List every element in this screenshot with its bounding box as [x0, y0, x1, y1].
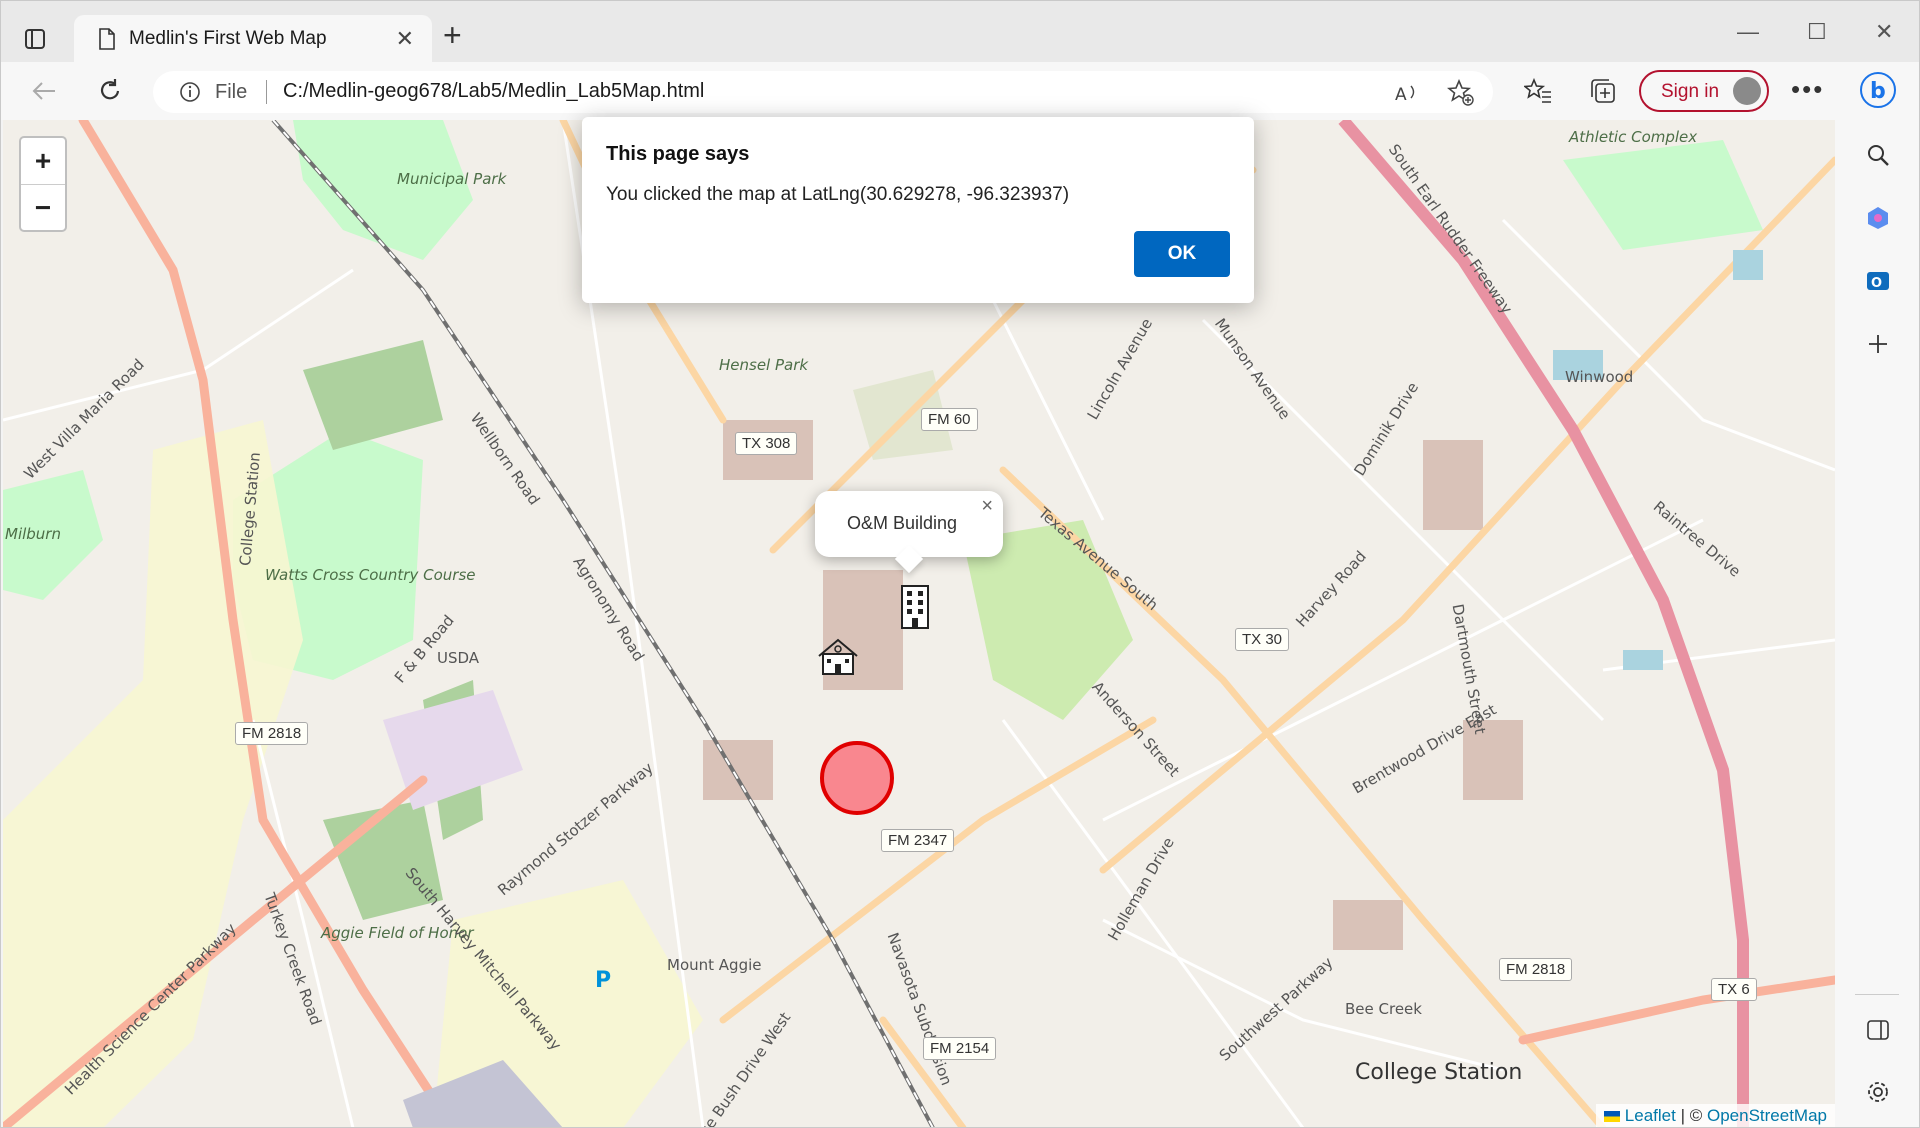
alert-dialog: This page says You clicked the map at La… [582, 117, 1254, 303]
maximize-icon[interactable]: ☐ [1807, 19, 1827, 45]
zoom-control: + − [19, 136, 67, 232]
map-label: Hensel Park [719, 356, 809, 374]
dialog-heading: This page says [606, 143, 750, 165]
back-button[interactable] [28, 75, 60, 107]
popup-close-icon[interactable]: × [981, 495, 993, 518]
sign-in-button[interactable]: Sign in [1639, 70, 1769, 112]
ok-button[interactable]: OK [1134, 231, 1230, 277]
zoom-out-button[interactable]: − [21, 184, 65, 231]
svg-text:b: b [1870, 79, 1886, 104]
dialog-message: You clicked the map at LatLng(30.629278,… [606, 184, 1070, 205]
route-shield: FM 60 [921, 408, 978, 431]
attribution-separator: | © [1680, 1106, 1703, 1125]
shopping-icon[interactable] [1858, 198, 1898, 238]
close-tab-icon[interactable]: ✕ [396, 26, 414, 52]
map-label: College Station [1355, 1060, 1523, 1085]
route-shield: FM 2818 [1499, 958, 1573, 981]
marker-popup: O&M Building × [815, 491, 1003, 574]
read-aloud-icon[interactable]: A [1393, 79, 1421, 107]
tab-actions-icon[interactable] [17, 21, 53, 57]
svg-text:A: A [1395, 85, 1407, 104]
circle-marker[interactable] [819, 740, 895, 821]
browser-window: Medlin's First Web Map ✕ + — ☐ ✕ File C:… [0, 0, 1920, 1128]
collections-icon[interactable] [1586, 74, 1620, 108]
info-icon[interactable] [179, 81, 201, 108]
tab-active[interactable]: Medlin's First Web Map ✕ [74, 15, 432, 62]
sidebar-divider [1855, 994, 1899, 995]
zoom-in-button[interactable]: + [21, 138, 65, 184]
map-label: Winwood [1565, 368, 1634, 386]
address-divider [266, 80, 267, 104]
more-options-icon[interactable]: ••• [1791, 74, 1824, 105]
add-favorite-icon[interactable] [1447, 79, 1475, 107]
scheme-label: File [215, 81, 248, 103]
map-label: Municipal Park [397, 170, 507, 188]
office-building-marker-icon[interactable] [898, 584, 932, 635]
leaflet-link[interactable]: Leaflet [1625, 1106, 1676, 1125]
map-label: Milburn [5, 525, 61, 543]
copilot-icon[interactable]: b [1858, 70, 1898, 110]
url-text[interactable]: C:/Medlin-geog678/Lab5/Medlin_Lab5Map.ht… [283, 80, 704, 103]
split-screen-icon[interactable] [1858, 1010, 1898, 1050]
outlook-icon[interactable]: O [1858, 261, 1898, 301]
tab-title: Medlin's First Web Map [129, 28, 327, 49]
address-bar[interactable]: File C:/Medlin-geog678/Lab5/Medlin_Lab5M… [153, 71, 1493, 113]
route-shield: TX 308 [735, 432, 798, 455]
route-shield: FM 2347 [881, 829, 955, 852]
page-icon [98, 28, 116, 55]
add-sidebar-icon[interactable] [1858, 324, 1898, 364]
toolbar: File C:/Medlin-geog678/Lab5/Medlin_Lab5M… [1, 62, 1919, 120]
favorites-icon[interactable] [1521, 74, 1555, 108]
route-shield: FM 2154 [923, 1037, 997, 1060]
tab-strip: Medlin's First Web Map ✕ + — ☐ ✕ [1, 1, 1919, 62]
settings-icon[interactable] [1858, 1072, 1898, 1112]
parking-icon: P [595, 968, 612, 993]
osm-link[interactable]: OpenStreetMap [1707, 1106, 1827, 1125]
refresh-button[interactable] [94, 75, 126, 107]
route-shield: TX 30 [1235, 628, 1290, 651]
map-attribution: Leaflet | © OpenStreetMap [1596, 1104, 1835, 1127]
map-label: Athletic Complex [1569, 128, 1698, 146]
sign-in-label: Sign in [1661, 81, 1720, 102]
minimize-icon[interactable]: — [1737, 19, 1759, 45]
map-label: USDA [437, 649, 480, 667]
school-building-marker-icon[interactable] [817, 636, 859, 681]
route-shield: FM 2818 [235, 722, 309, 745]
popup-text: O&M Building [847, 513, 958, 533]
new-tab-button[interactable]: + [443, 19, 462, 51]
map-label: Mount Aggie [667, 956, 762, 974]
avatar-icon [1733, 77, 1761, 105]
svg-text:O: O [1871, 276, 1882, 291]
route-shield: TX 6 [1711, 978, 1757, 1001]
map-label: Bee Creek [1345, 1000, 1422, 1018]
ukraine-flag-icon [1604, 1111, 1621, 1123]
map-label: Watts Cross Country Course [265, 566, 476, 584]
close-window-icon[interactable]: ✕ [1875, 19, 1893, 45]
search-icon[interactable] [1858, 135, 1898, 175]
edge-sidebar: b O [1835, 62, 1919, 1127]
